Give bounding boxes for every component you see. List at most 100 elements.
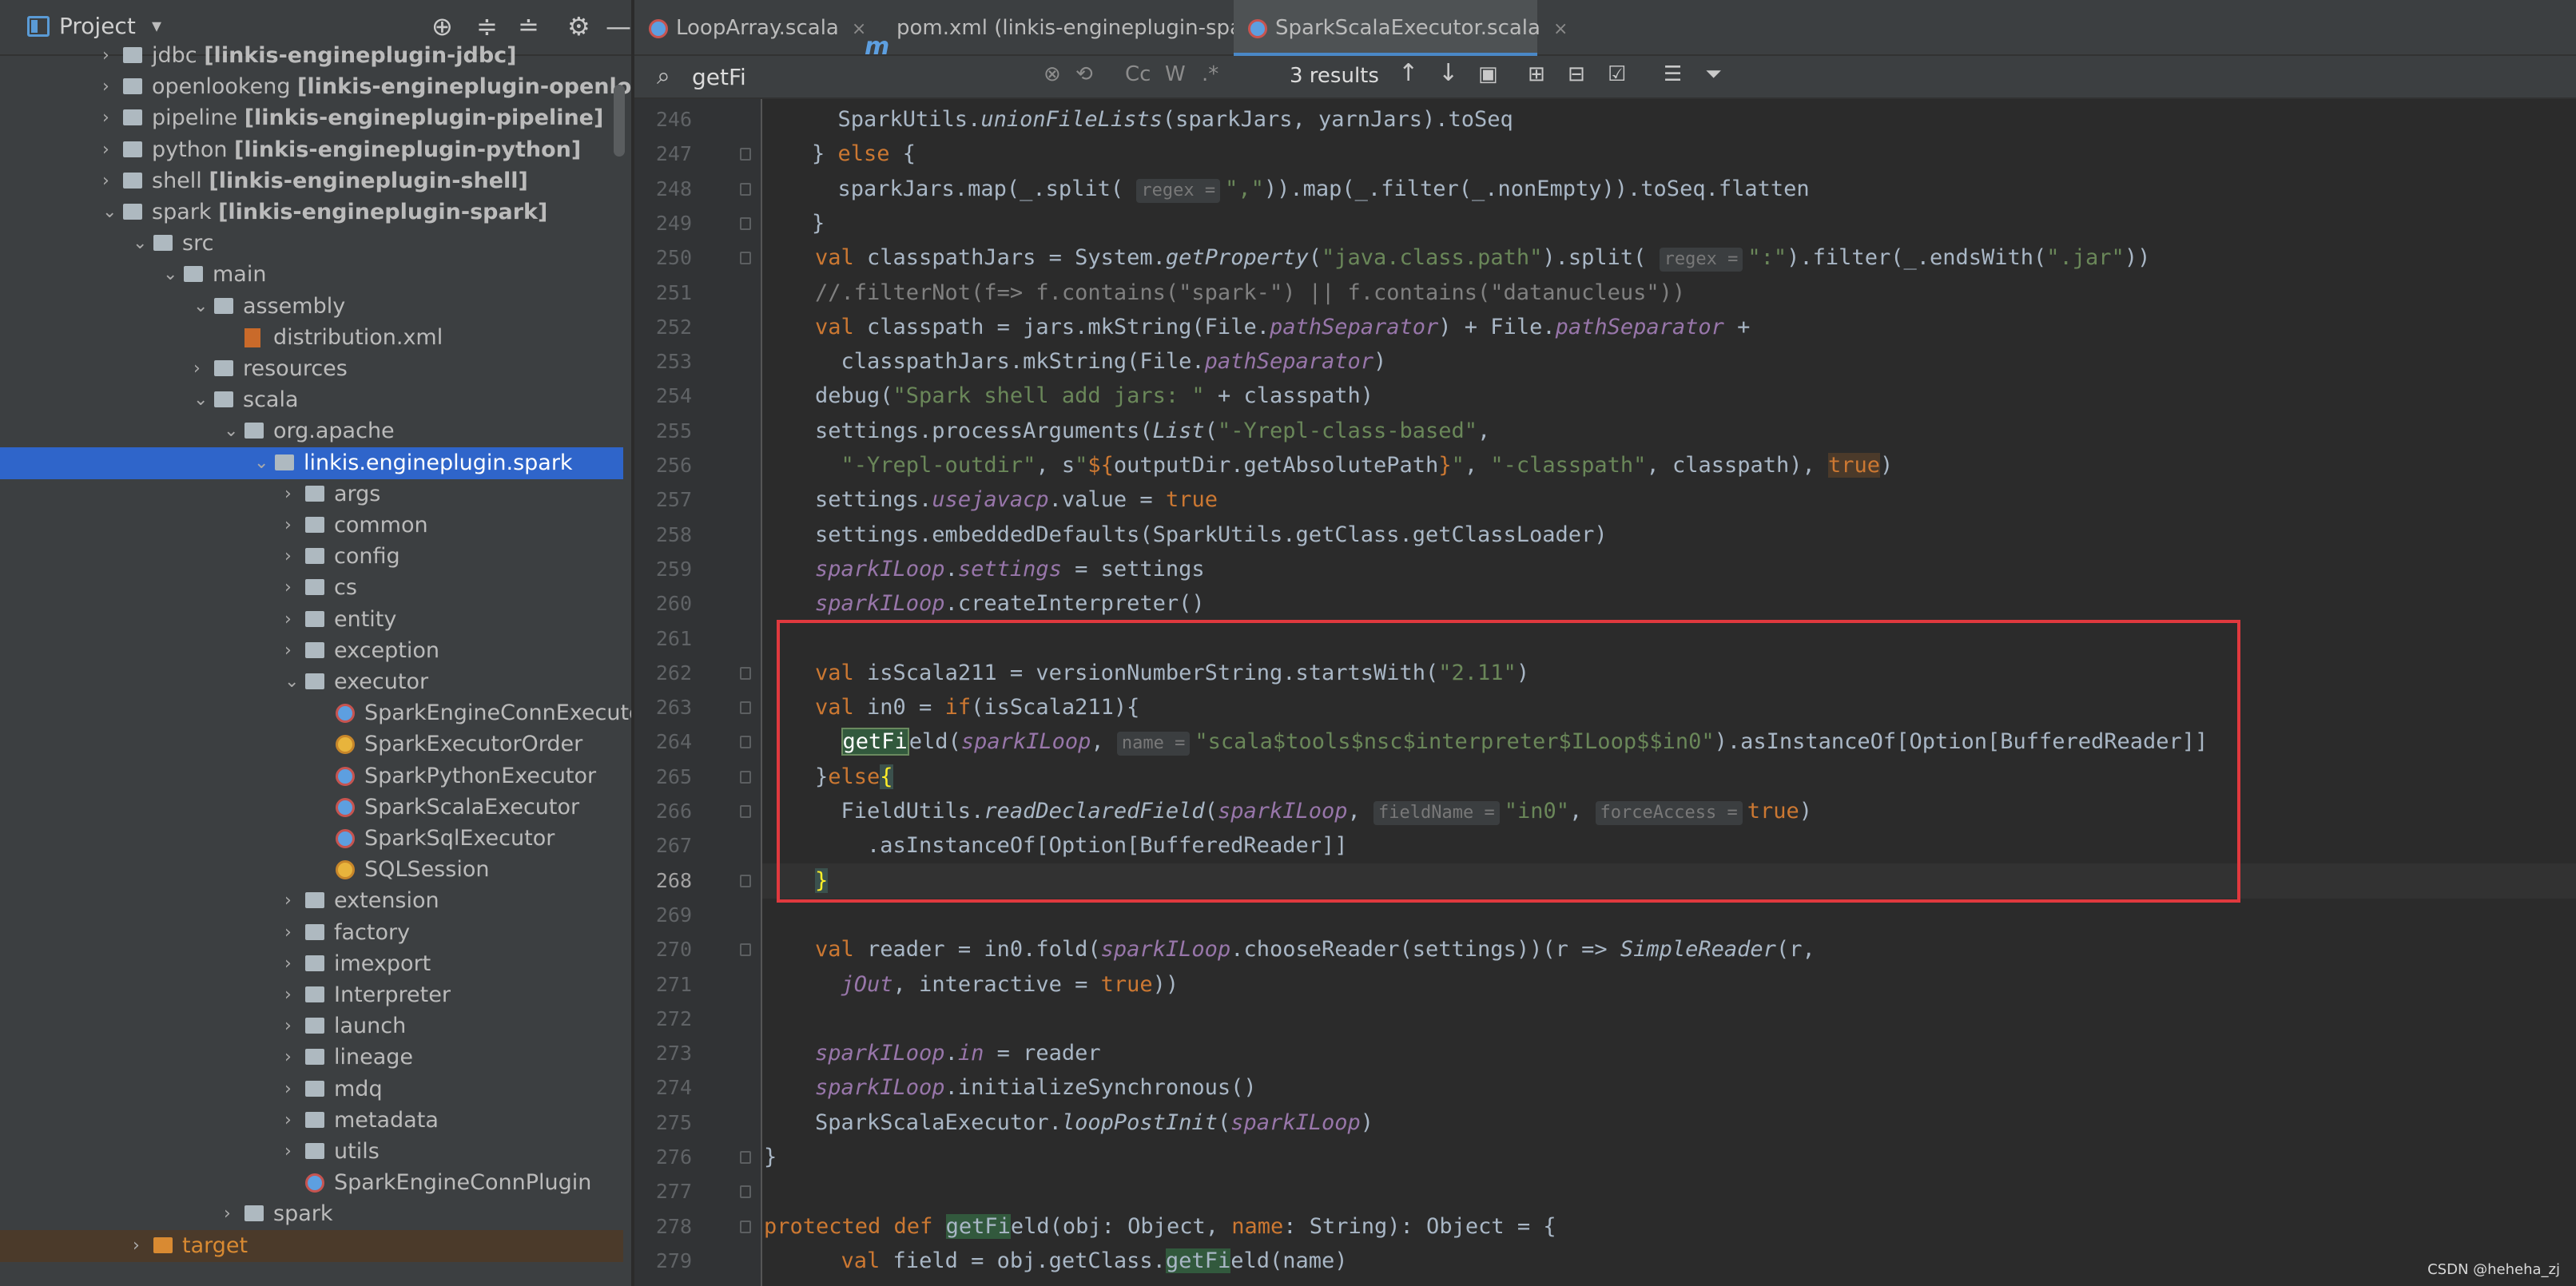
tree-item[interactable]: › extension bbox=[0, 885, 623, 917]
code-line[interactable]: SparkScalaExecutor.loopPostInit(sparkILo… bbox=[789, 1105, 1373, 1141]
tree-item[interactable]: › resources bbox=[0, 353, 623, 385]
chevron-right-icon[interactable]: › bbox=[284, 917, 300, 949]
code-line[interactable]: sparkJars.map(_.split( regex = ",")).map(… bbox=[786, 172, 1810, 207]
chevron-right-icon[interactable]: › bbox=[284, 510, 300, 542]
tree-item[interactable]: › mdq bbox=[0, 1074, 623, 1105]
tree-item[interactable]: ⌄ assembly bbox=[0, 291, 623, 323]
tab-1[interactable]: LoopArray.scala × bbox=[634, 0, 866, 56]
chevron-right-icon[interactable]: › bbox=[284, 1136, 300, 1168]
arrow-up-icon[interactable]: ↑ bbox=[1398, 59, 1418, 87]
tree-item[interactable]: › openlookeng [linkis-engineplugin-openlo… bbox=[0, 71, 631, 103]
code-line[interactable]: } bbox=[786, 206, 825, 241]
tab-2[interactable]: mpom.xml (linkis-engineplugin-spark)× bbox=[850, 0, 1298, 61]
tree-item[interactable]: SparkPythonExecutor bbox=[0, 760, 623, 792]
chevron-down-icon[interactable]: ⌄ bbox=[254, 447, 270, 479]
fold-marker-icon[interactable] bbox=[740, 1220, 751, 1233]
chevron-right-icon[interactable]: › bbox=[284, 1105, 300, 1137]
chevron-right-icon[interactable]: › bbox=[102, 40, 118, 72]
chevron-right-icon[interactable]: › bbox=[102, 71, 118, 103]
fold-marker-icon[interactable] bbox=[740, 148, 751, 161]
chevron-right-icon[interactable]: › bbox=[284, 478, 300, 510]
code-line[interactable]: settings.processArguments(List("-Yrepl-c… bbox=[789, 414, 1490, 449]
fold-marker-icon[interactable] bbox=[740, 1185, 751, 1199]
code-line[interactable]: sparkILoop.createInterpreter() bbox=[789, 586, 1205, 621]
chevron-right-icon[interactable]: › bbox=[224, 1198, 240, 1230]
code-line[interactable]: jOut, interactive = true)) bbox=[789, 967, 1179, 1002]
gear-icon[interactable]: ⚙ bbox=[567, 11, 590, 42]
chevron-down-icon[interactable]: ▾ bbox=[152, 14, 161, 37]
code-line[interactable]: debug("Spark shell add jars: " + classpa… bbox=[789, 379, 1373, 414]
tree-item[interactable]: ⌄ linkis.engineplugin.spark bbox=[0, 447, 623, 479]
search-icon[interactable]: ⌕ bbox=[657, 62, 670, 90]
tab-3[interactable]: SparkScalaExecutor.scala × bbox=[1234, 0, 1568, 56]
code-line[interactable] bbox=[789, 1174, 815, 1209]
project-panel-title[interactable]: Project bbox=[59, 13, 136, 39]
chevron-right-icon[interactable]: › bbox=[284, 572, 300, 604]
chevron-down-icon[interactable]: ⌄ bbox=[102, 196, 118, 228]
fold-marker-icon[interactable] bbox=[740, 736, 751, 749]
chevron-right-icon[interactable]: › bbox=[284, 948, 300, 980]
regex-toggle[interactable]: .* bbox=[1202, 62, 1218, 86]
tree-item[interactable]: ⌄ spark [linkis-engineplugin-spark] bbox=[0, 196, 623, 228]
code-line[interactable]: sparkILoop.in = reader bbox=[789, 1036, 1101, 1071]
tree-item[interactable]: › lineage bbox=[0, 1042, 623, 1074]
locate-icon[interactable]: ⊕ bbox=[431, 11, 453, 42]
code-line[interactable]: sparkILoop.initializeSynchronous() bbox=[789, 1070, 1257, 1105]
search-input[interactable]: getFi bbox=[692, 64, 746, 90]
chevron-down-icon[interactable]: ⌄ bbox=[193, 384, 209, 416]
tree-item[interactable]: › entity bbox=[0, 604, 623, 636]
tree-item[interactable]: › shell [linkis-engineplugin-shell] bbox=[0, 165, 623, 197]
code-line[interactable]: classpathJars.mkString(File.pathSeparato… bbox=[789, 344, 1387, 379]
code-line[interactable]: } else { bbox=[786, 137, 916, 172]
minimize-icon[interactable]: — bbox=[606, 11, 631, 42]
code-line[interactable]: sparkILoop.settings = settings bbox=[789, 552, 1205, 587]
fold-marker-icon[interactable] bbox=[740, 943, 751, 957]
fold-marker-icon[interactable] bbox=[740, 216, 751, 230]
tree-item[interactable]: SparkExecutorOrder bbox=[0, 728, 623, 760]
code-line[interactable]: val field = obj.getClass.getField(name) bbox=[789, 1244, 1348, 1279]
tree-item[interactable]: › Interpreter bbox=[0, 979, 623, 1011]
tree-item[interactable]: ⌄ src bbox=[0, 228, 623, 260]
tree-item[interactable]: › jdbc [linkis-engineplugin-jdbc] bbox=[0, 40, 623, 72]
chevron-right-icon[interactable]: › bbox=[102, 134, 118, 166]
fold-marker-icon[interactable] bbox=[740, 805, 751, 818]
code-line[interactable]: protected def getField(obj: Object, name… bbox=[764, 1209, 1556, 1244]
fold-marker-icon[interactable] bbox=[740, 666, 751, 680]
chevron-right-icon[interactable]: › bbox=[284, 541, 300, 573]
chevron-down-icon[interactable]: ⌄ bbox=[224, 415, 240, 447]
tree-item[interactable]: ⌄ org.apache bbox=[0, 415, 623, 447]
tree-item[interactable]: › launch bbox=[0, 1010, 623, 1042]
tree-item[interactable]: SparkScalaExecutor bbox=[0, 792, 623, 824]
tree-item[interactable]: › args bbox=[0, 478, 623, 510]
code-line[interactable]: val reader = in0.fold(sparkILoop.chooseR… bbox=[789, 932, 1815, 967]
code-line[interactable]: SparkUtils.unionFileLists(sparkJars, yar… bbox=[786, 102, 1513, 137]
code-line[interactable] bbox=[789, 1002, 815, 1037]
chevron-down-icon[interactable]: ⌄ bbox=[193, 291, 209, 323]
chevron-right-icon[interactable]: › bbox=[284, 979, 300, 1011]
tree-item[interactable]: SQLSession bbox=[0, 854, 623, 886]
code-line[interactable]: settings.embeddedDefaults(SparkUtils.get… bbox=[789, 518, 1608, 553]
fold-marker-icon[interactable] bbox=[740, 1151, 751, 1164]
chevron-right-icon[interactable]: › bbox=[193, 353, 209, 385]
filter-lines-icon[interactable]: ☰ bbox=[1664, 62, 1682, 86]
tree-item[interactable]: SparkEngineConnExecutor bbox=[0, 697, 631, 729]
whole-words-toggle[interactable]: W bbox=[1165, 62, 1186, 86]
fold-marker-icon[interactable] bbox=[740, 252, 751, 265]
chevron-right-icon[interactable]: › bbox=[284, 885, 300, 917]
tree-scrollbar[interactable] bbox=[614, 85, 625, 157]
code-line[interactable]: "-Yrepl-outdir", s"${outputDir.getAbsolu… bbox=[789, 448, 1893, 483]
add-occurrence-icon[interactable]: ⊞ bbox=[1528, 62, 1545, 86]
code-line[interactable]: val classpathJars = System.getProperty("… bbox=[789, 240, 2150, 276]
tree-item[interactable]: SparkSqlExecutor bbox=[0, 823, 623, 855]
chevron-right-icon[interactable]: › bbox=[284, 1074, 300, 1105]
chevron-right-icon[interactable]: › bbox=[284, 1042, 300, 1074]
tree-item[interactable]: › common bbox=[0, 510, 623, 542]
arrow-down-icon[interactable]: ↓ bbox=[1438, 59, 1458, 87]
tree-item[interactable]: › pipeline [linkis-engineplugin-pipeline] bbox=[0, 102, 623, 134]
clear-icon[interactable]: ⊗ bbox=[1044, 62, 1061, 86]
match-case-toggle[interactable]: Cc bbox=[1125, 62, 1151, 86]
code-line[interactable]: } bbox=[764, 1140, 777, 1175]
tree-item[interactable]: › metadata bbox=[0, 1105, 623, 1137]
code-line[interactable]: //.filterNot(f=> f.contains("spark-") ||… bbox=[789, 276, 1685, 311]
tree-item[interactable]: › python [linkis-engineplugin-python] bbox=[0, 134, 623, 166]
